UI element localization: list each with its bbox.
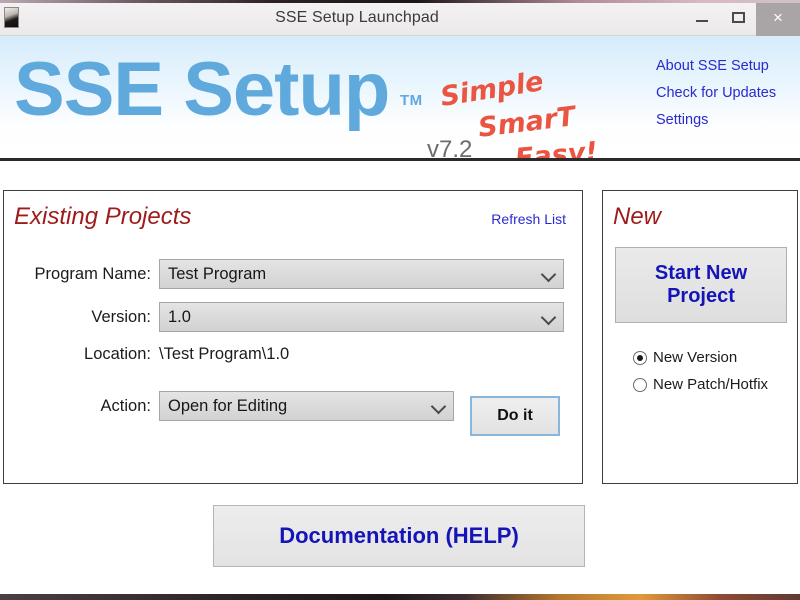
existing-projects-panel: Existing Projects Refresh List Program N… <box>3 190 583 484</box>
program-name-label: Program Name: <box>34 264 151 283</box>
title-bar-top-strip <box>0 0 800 3</box>
tagline-word-2: SmarT <box>476 101 578 144</box>
version-row: Version: 1.0 <box>4 302 564 332</box>
action-dropdown[interactable]: Open for Editing <box>159 391 454 421</box>
new-project-panel: New Start New Project New Version New Pa… <box>602 190 798 484</box>
action-row: Action: Open for Editing <box>4 391 454 421</box>
start-new-project-line1: Start New <box>654 262 748 284</box>
program-name-value: Test Program <box>168 264 267 283</box>
header-banner: SSE Setup TM v7.2 Simple SmarT Easy! Abo… <box>0 36 800 160</box>
link-about-sse-setup[interactable]: About SSE Setup <box>656 58 796 74</box>
do-it-button-label: Do it <box>497 407 533 424</box>
start-new-project-line2: Project <box>667 285 735 307</box>
action-value: Open for Editing <box>168 396 288 415</box>
do-it-button[interactable]: Do it <box>470 396 560 436</box>
maximize-button[interactable] <box>720 0 756 36</box>
action-label: Action: <box>100 396 151 415</box>
header-divider <box>0 158 800 161</box>
tagline-word-3: Easy! <box>513 136 599 160</box>
header-links: About SSE Setup Check for Updates Settin… <box>656 58 796 139</box>
version-label: Version: <box>91 307 151 326</box>
minimize-button[interactable] <box>684 0 720 36</box>
program-name-row: Program Name: Test Program <box>4 259 564 289</box>
new-panel-title: New <box>613 203 662 230</box>
radio-new-version[interactable]: New Version <box>633 349 768 366</box>
version-dropdown[interactable]: 1.0 <box>159 302 564 332</box>
radio-new-patch-hotfix[interactable]: New Patch/Hotfix <box>633 376 768 393</box>
chevron-down-icon <box>540 266 557 283</box>
location-label: Location: <box>84 345 151 363</box>
radio-new-patch-hotfix-label: New Patch/Hotfix <box>653 376 769 393</box>
refresh-list-link[interactable]: Refresh List <box>491 211 566 227</box>
title-bar: SSE Setup Launchpad × <box>0 0 800 36</box>
maximize-icon <box>731 12 745 23</box>
handwritten-tagline: Simple SmarT Easy! <box>430 66 660 160</box>
existing-projects-title: Existing Projects <box>14 203 192 230</box>
app-icon <box>4 7 19 28</box>
window-title: SSE Setup Launchpad <box>275 8 439 26</box>
radio-new-version-label: New Version <box>653 349 738 366</box>
close-icon: × <box>773 8 783 27</box>
radio-unselected-icon <box>633 377 647 392</box>
documentation-help-button[interactable]: Documentation (HELP) <box>213 505 585 567</box>
application-window: SSE Setup Launchpad × SSE Setup TM v7.2 … <box>0 0 800 600</box>
link-settings[interactable]: Settings <box>656 112 796 128</box>
radio-selected-icon <box>633 350 647 365</box>
app-logo: SSE Setup <box>14 47 390 132</box>
bottom-strip <box>0 594 800 600</box>
minimize-icon <box>696 19 708 22</box>
chevron-down-icon <box>430 398 447 415</box>
close-button[interactable]: × <box>756 0 800 36</box>
chevron-down-icon <box>540 309 557 326</box>
version-value: 1.0 <box>168 307 191 326</box>
new-project-options: New Version New Patch/Hotfix <box>633 349 768 403</box>
documentation-help-label: Documentation (HELP) <box>279 523 519 548</box>
program-name-dropdown[interactable]: Test Program <box>159 259 564 289</box>
location-value: \Test Program\1.0 <box>159 345 290 363</box>
link-check-for-updates[interactable]: Check for Updates <box>656 85 796 101</box>
trademark-mark: TM <box>400 92 423 109</box>
start-new-project-label: Start New Project <box>655 262 747 308</box>
location-row: Location: \Test Program\1.0 <box>4 345 564 364</box>
window-controls: × <box>684 0 800 36</box>
start-new-project-button[interactable]: Start New Project <box>615 247 787 323</box>
